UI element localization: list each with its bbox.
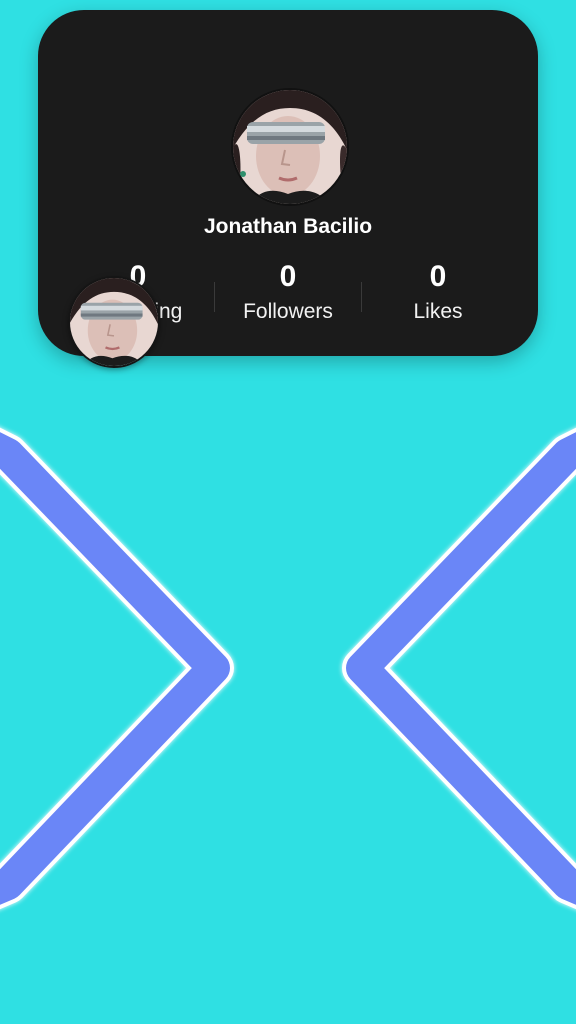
chevron-left-icon [0, 427, 234, 910]
likes-label: Likes [413, 300, 463, 323]
profile-name: Jonathan Bacilio [203, 215, 373, 238]
chevron-right-icon [342, 427, 576, 910]
floating-avatar-bubble[interactable] [68, 276, 160, 368]
likes-count: 0 [429, 260, 447, 293]
avatar-photo [233, 90, 347, 204]
stat-divider [361, 282, 362, 312]
stat-followers[interactable]: 0 Followers [213, 260, 363, 326]
profile-avatar[interactable] [231, 88, 349, 206]
followers-label: Followers [243, 300, 333, 323]
avatar-photo [70, 278, 158, 366]
followers-count: 0 [279, 260, 297, 293]
stat-likes[interactable]: 0 Likes [363, 260, 513, 326]
